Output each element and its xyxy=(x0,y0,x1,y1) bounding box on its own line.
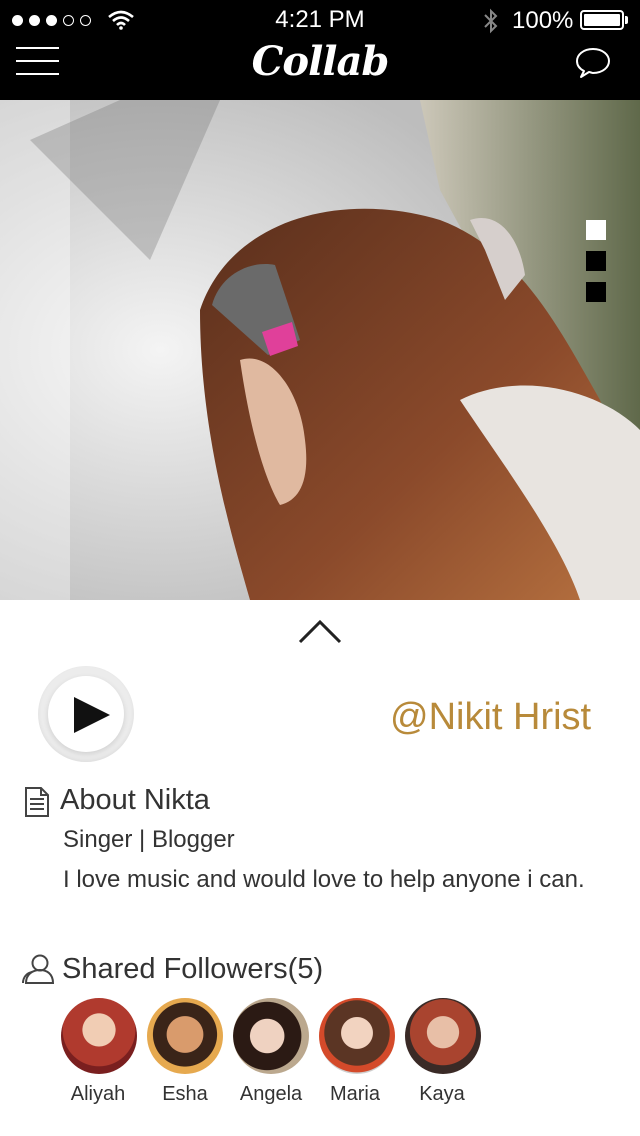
pager-dot[interactable] xyxy=(586,251,606,271)
pager-dot[interactable] xyxy=(586,282,606,302)
bluetooth-icon xyxy=(484,8,498,34)
about-description: I love music and would love to help anyo… xyxy=(63,866,585,893)
battery-fill xyxy=(584,14,620,26)
profile-handle: @Nikit Hrist xyxy=(390,696,592,738)
followers-icon xyxy=(22,954,55,984)
about-title: About Nikta xyxy=(60,784,210,816)
chat-bubble-icon[interactable] xyxy=(574,46,612,80)
battery-percent: 100% xyxy=(512,7,574,34)
app-logo: Collab xyxy=(251,38,390,85)
follower-name[interactable]: Kaya xyxy=(392,1083,492,1106)
about-subtitle: Singer | Blogger xyxy=(63,826,235,853)
follower-avatar-maria[interactable] xyxy=(319,998,395,1074)
pager-dot-active[interactable] xyxy=(586,220,606,240)
follower-name[interactable]: Aliyah xyxy=(48,1083,148,1106)
shared-followers-title: Shared Followers(5) xyxy=(62,953,324,985)
profile-photo xyxy=(0,100,640,600)
chevron-up-icon[interactable] xyxy=(298,618,342,644)
follower-avatar-angela[interactable] xyxy=(233,998,309,1074)
play-icon[interactable] xyxy=(72,695,112,735)
follower-avatar-aliyah[interactable] xyxy=(61,998,137,1074)
follower-avatar-esha[interactable] xyxy=(147,998,223,1074)
follower-name[interactable]: Maria xyxy=(305,1083,405,1106)
follower-avatar-kaya[interactable] xyxy=(405,998,481,1074)
battery-icon xyxy=(580,10,624,30)
battery-tip xyxy=(625,16,628,24)
document-icon xyxy=(25,787,49,817)
follower-name[interactable]: Esha xyxy=(135,1083,235,1106)
